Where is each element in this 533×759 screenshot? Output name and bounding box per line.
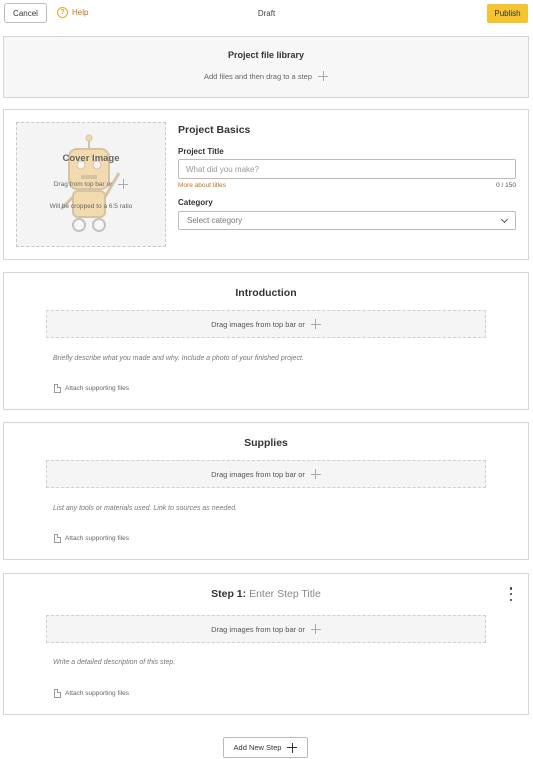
add-new-step-label: Add New Step <box>233 743 282 752</box>
step-number: Step 1: <box>211 588 247 600</box>
attach-label: Attach supporting files <box>65 690 129 697</box>
introduction-section: Introduction Drag images from top bar or… <box>3 272 529 410</box>
category-select[interactable]: Select category <box>178 211 516 230</box>
plus-icon <box>287 742 298 753</box>
file-icon <box>54 534 61 543</box>
dropzone-text: Drag images from top bar or <box>211 319 305 329</box>
cover-image-dropzone[interactable]: Cover Image Drag from top bar or Will be… <box>16 122 166 247</box>
library-title: Project file library <box>227 50 305 60</box>
step-options-kebab-icon[interactable] <box>507 587 515 601</box>
cover-image-title: Cover Image <box>62 153 120 164</box>
supplies-description-field[interactable]: List any tools or materials used. Link t… <box>53 505 237 512</box>
more-about-titles-link[interactable]: More about titles <box>178 182 226 189</box>
cover-add-plus-icon[interactable] <box>118 179 129 189</box>
introduction-title: Introduction <box>235 287 297 299</box>
dropzone-text: Drag images from top bar or <box>211 469 305 479</box>
cover-drag-hint: Drag from top bar or <box>17 179 165 189</box>
add-image-plus-icon[interactable] <box>310 624 321 634</box>
step-1-title[interactable]: Step 1: Enter Step Title <box>4 588 528 600</box>
attach-supporting-files-link[interactable]: Attach supporting files <box>54 534 129 543</box>
add-image-plus-icon[interactable] <box>310 319 321 329</box>
step-1-image-dropzone[interactable]: Drag images from top bar or <box>46 615 486 643</box>
project-title-input[interactable] <box>178 159 516 179</box>
category-label: Category <box>178 198 213 207</box>
project-file-library[interactable]: Project file library Add files and then … <box>3 36 529 98</box>
attach-supporting-files-link[interactable]: Attach supporting files <box>54 689 129 698</box>
publish-button[interactable]: Publish <box>487 4 528 23</box>
category-selected-value: Select category <box>187 216 243 225</box>
attach-label: Attach supporting files <box>65 385 129 392</box>
cover-drag-text: Drag from top bar or <box>53 180 113 188</box>
library-subtitle: Add files and then drag to a step <box>4 71 528 81</box>
file-icon <box>54 689 61 698</box>
attach-supporting-files-link[interactable]: Attach supporting files <box>54 384 129 393</box>
add-image-plus-icon[interactable] <box>310 469 321 479</box>
top-bar: Cancel ? Help Draft Publish <box>0 0 533 28</box>
add-files-plus-icon[interactable] <box>318 71 328 81</box>
step-1-description-field[interactable]: Write a detailed description of this ste… <box>53 659 175 666</box>
draft-status: Draft <box>257 9 276 18</box>
project-title-label: Project Title <box>178 147 224 156</box>
introduction-image-dropzone[interactable]: Drag images from top bar or <box>46 310 486 338</box>
step-1-section: Step 1: Enter Step Title Drag images fro… <box>3 573 529 715</box>
introduction-description-field[interactable]: Briefly describe what you made and why. … <box>53 355 304 362</box>
project-basics-heading: Project Basics <box>178 124 251 136</box>
chevron-down-icon <box>500 215 509 223</box>
title-char-counter: 0 / 150 <box>496 182 516 189</box>
supplies-image-dropzone[interactable]: Drag images from top bar or <box>46 460 486 488</box>
attach-label: Attach supporting files <box>65 535 129 542</box>
step-title-placeholder[interactable]: Enter Step Title <box>249 588 321 600</box>
cover-ratio-note: Will be cropped to a 6:5 ratio <box>49 203 133 210</box>
project-basics-card: Cover Image Drag from top bar or Will be… <box>3 109 529 260</box>
file-icon <box>54 384 61 393</box>
add-new-step-button[interactable]: Add New Step <box>223 737 308 758</box>
dropzone-text: Drag images from top bar or <box>211 624 305 634</box>
supplies-title: Supplies <box>244 437 288 449</box>
supplies-section: Supplies Drag images from top bar or Lis… <box>3 422 529 560</box>
library-subtitle-text: Add files and then drag to a step <box>204 71 312 81</box>
